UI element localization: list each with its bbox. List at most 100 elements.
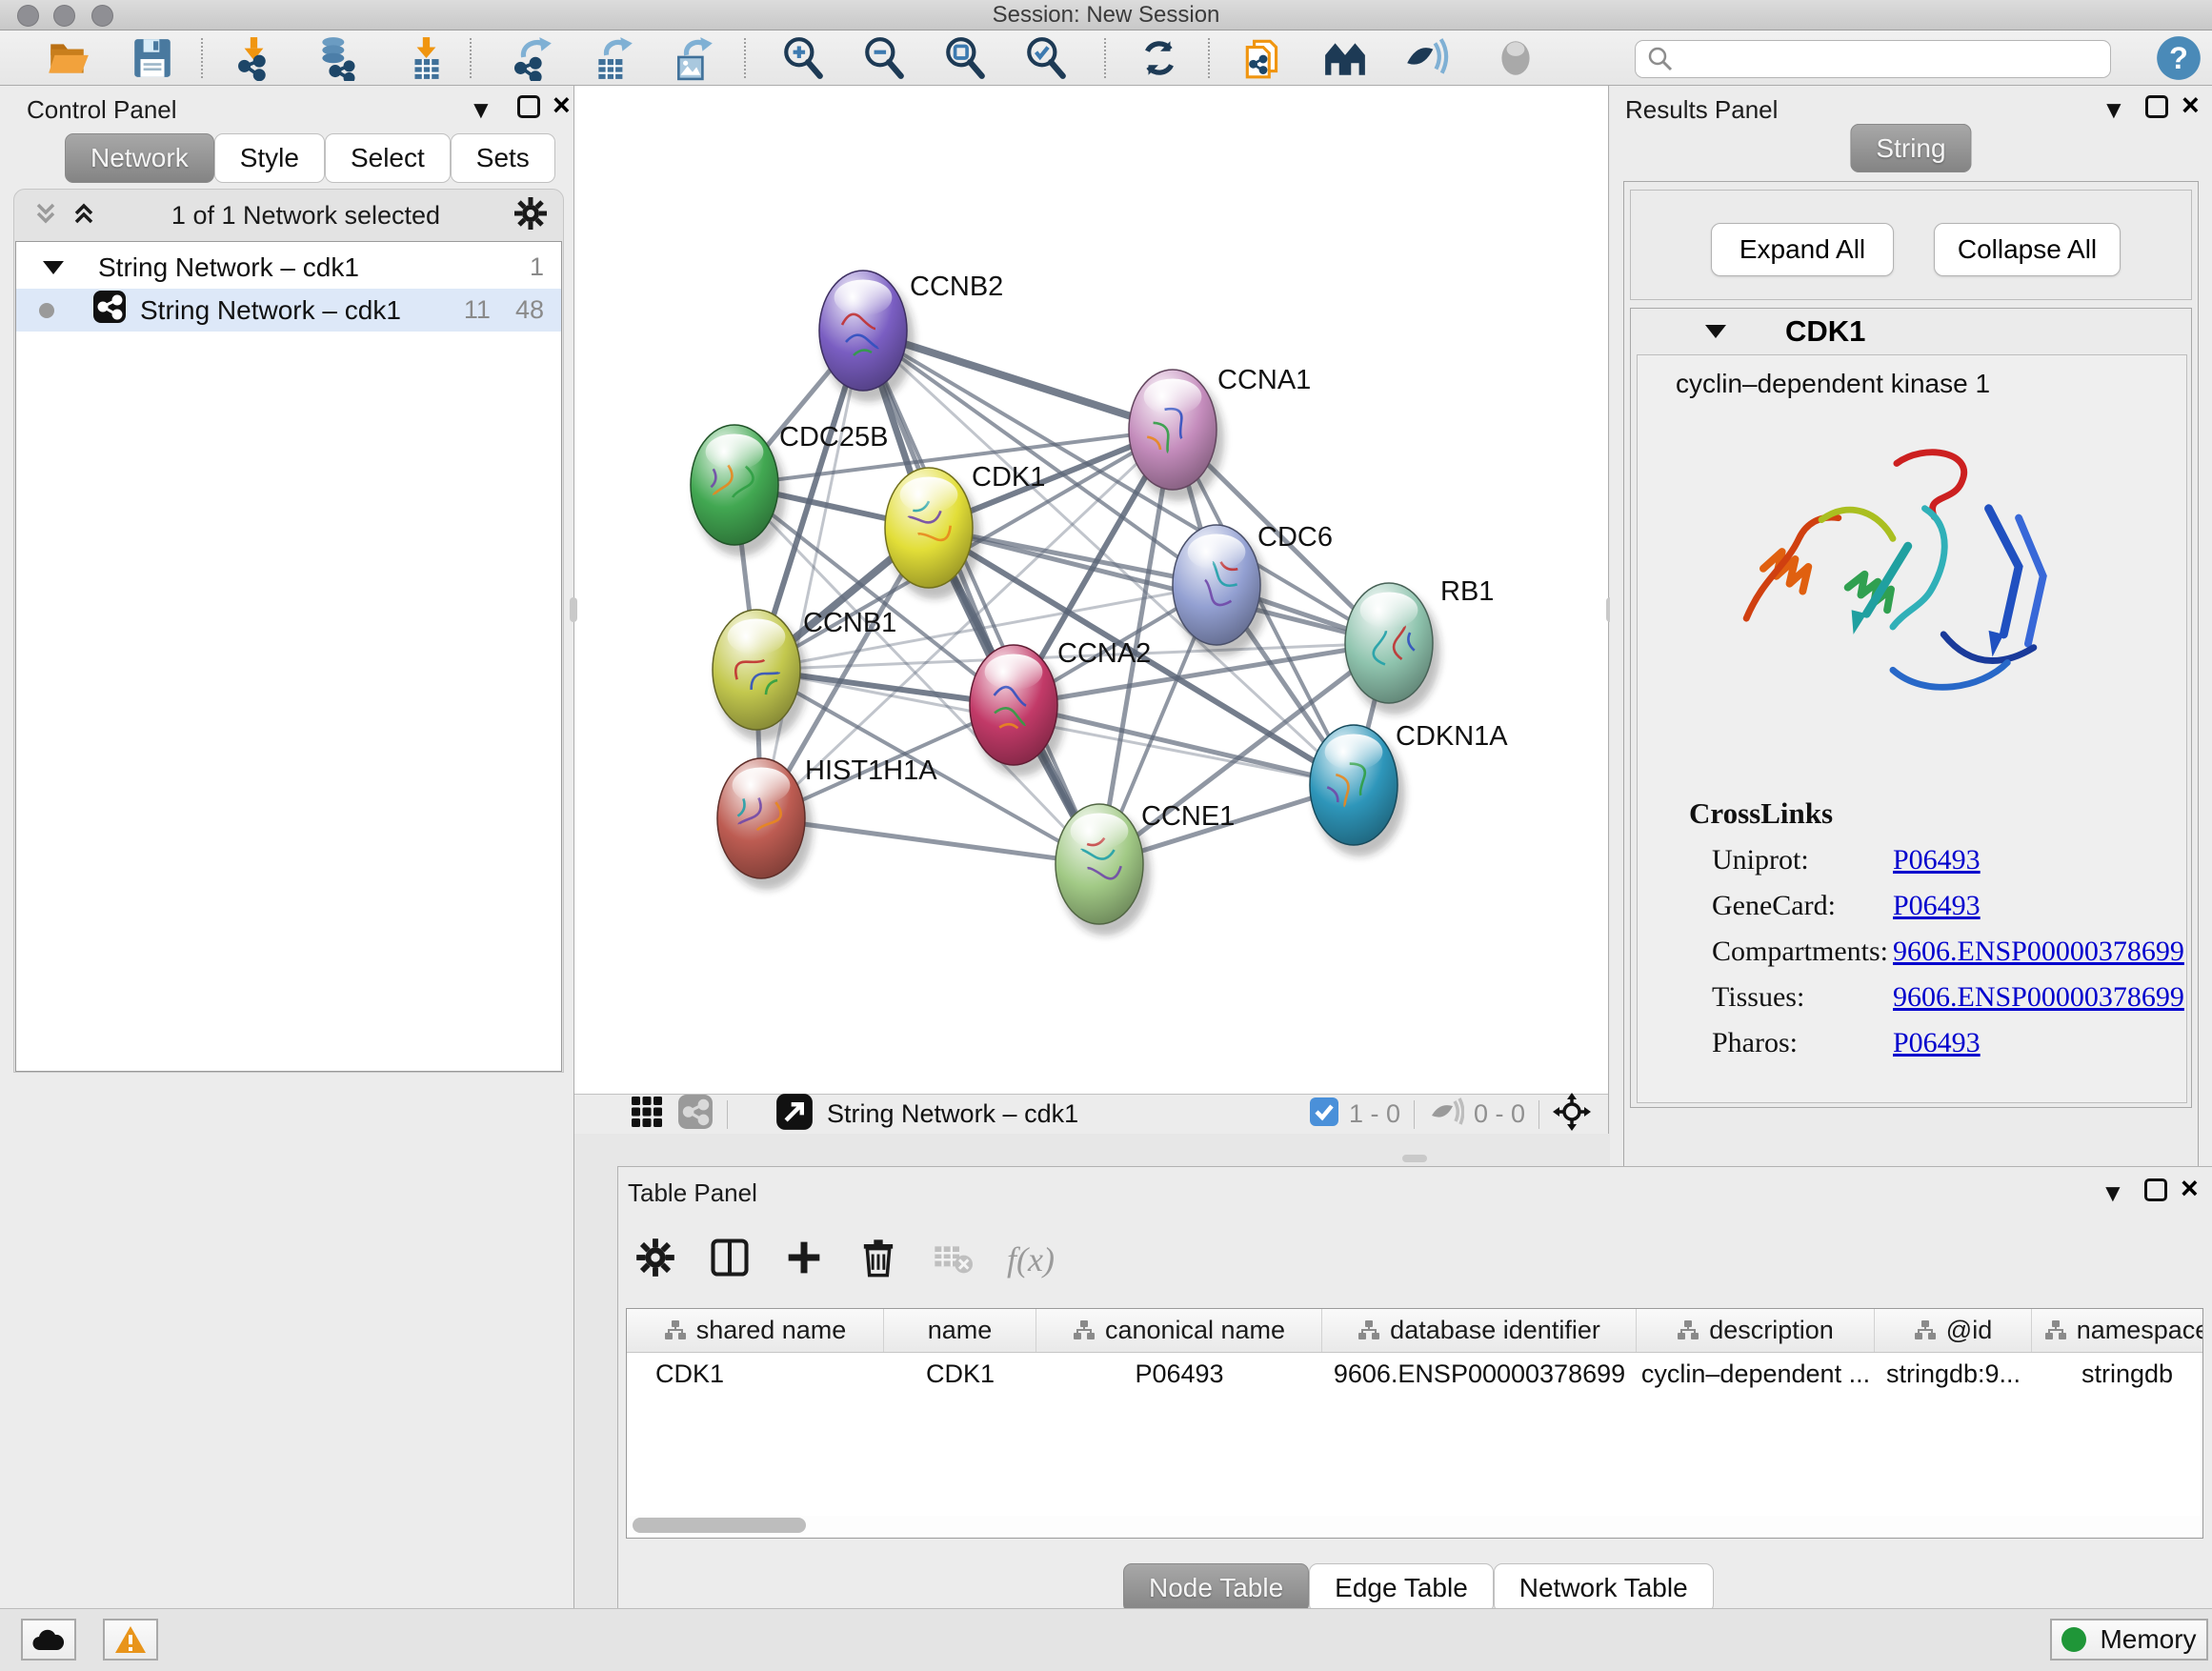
float-menu-icon[interactable]: ▼ <box>469 97 493 122</box>
close-panel-icon[interactable]: × <box>2181 1171 2199 1206</box>
table-cell[interactable]: CDK1 <box>627 1353 884 1395</box>
collapse-tree-icon[interactable] <box>43 261 64 274</box>
crosslink-link[interactable]: 9606.ENSP00000378699 <box>1893 936 2184 968</box>
zoom-selected-icon[interactable] <box>1019 35 1073 81</box>
tab-select[interactable]: Select <box>325 133 451 183</box>
network-row-label: String Network – cdk1 <box>140 295 401 326</box>
export-image-icon[interactable] <box>667 35 720 81</box>
network-node-CDC25B[interactable] <box>691 425 786 556</box>
expand-all-chevron-icon[interactable] <box>70 199 98 232</box>
gear-icon[interactable] <box>513 196 548 235</box>
export-table-icon[interactable] <box>587 35 640 81</box>
float-panel-icon[interactable] <box>517 95 540 118</box>
table-cell[interactable]: 9606.ENSP00000378699 <box>1322 1353 1637 1395</box>
current-network-title: String Network – cdk1 <box>827 1099 1078 1129</box>
pan-mode-icon[interactable] <box>1553 1093 1591 1136</box>
close-panel-icon[interactable]: × <box>553 88 571 123</box>
splitter-handle[interactable] <box>570 597 577 622</box>
network-thumbnail-icon[interactable] <box>677 1094 714 1135</box>
table-settings-gear-icon[interactable] <box>635 1238 675 1282</box>
warning-button[interactable] <box>103 1619 158 1661</box>
duplicate-network-icon[interactable] <box>1237 35 1290 81</box>
first-neighbors-icon[interactable] <box>1318 35 1372 81</box>
select-columns-icon[interactable] <box>710 1238 750 1282</box>
tab-edge-table[interactable]: Edge Table <box>1309 1563 1494 1613</box>
expand-all-button[interactable]: Expand All <box>1711 223 1894 276</box>
column-header-@id[interactable]: @id <box>1875 1309 2032 1352</box>
scrollbar-thumb[interactable] <box>633 1518 806 1533</box>
column-header-description[interactable]: description <box>1637 1309 1875 1352</box>
column-header-canonical-name[interactable]: canonical name <box>1036 1309 1322 1352</box>
float-menu-icon[interactable]: ▼ <box>2101 97 2126 122</box>
tab-string[interactable]: String <box>1850 124 1971 172</box>
network-node-CCNB2[interactable] <box>819 271 915 402</box>
crosslink-link[interactable]: P06493 <box>1893 844 1981 876</box>
memory-button[interactable]: Memory <box>2050 1619 2208 1661</box>
network-node-CCNE1[interactable] <box>1056 804 1151 936</box>
float-panel-icon[interactable] <box>2144 1178 2167 1201</box>
tab-style[interactable]: Style <box>214 133 325 183</box>
control-panel: Control Panel ▼ × NetworkStyleSelectSets… <box>0 86 574 1608</box>
delete-column-icon[interactable] <box>858 1238 898 1282</box>
tab-sets[interactable]: Sets <box>451 133 555 183</box>
float-menu-icon[interactable]: ▼ <box>2101 1180 2125 1205</box>
tab-node-table[interactable]: Node Table <box>1123 1563 1309 1613</box>
delete-table-icon[interactable] <box>933 1238 973 1282</box>
column-header-namespace[interactable]: namespace <box>2032 1309 2203 1352</box>
zoom-out-icon[interactable] <box>857 35 911 81</box>
network-graph[interactable]: CCNB2CCNA1CDC25BCDK1CDC6RB1CCNB1CCNA2CDK… <box>574 86 1609 1094</box>
collapse-section-icon[interactable] <box>1705 325 1726 338</box>
refresh-icon[interactable] <box>1133 35 1186 81</box>
import-network-file-icon[interactable] <box>228 35 281 81</box>
crosslink-link[interactable]: P06493 <box>1893 1027 1981 1059</box>
export-network-icon[interactable] <box>506 35 559 81</box>
tab-network-table[interactable]: Network Table <box>1494 1563 1714 1613</box>
network-node-HIST1H1A[interactable] <box>717 758 813 890</box>
float-panel-icon[interactable] <box>2145 95 2168 118</box>
table-cell[interactable]: P06493 <box>1036 1353 1322 1395</box>
network-node-CCNB1[interactable] <box>713 610 808 741</box>
collapse-all-chevron-icon[interactable] <box>31 199 60 232</box>
zoom-fit-icon[interactable] <box>938 35 992 81</box>
network-node-RB1[interactable] <box>1345 583 1440 715</box>
add-column-icon[interactable] <box>784 1238 824 1282</box>
network-row-selected[interactable]: String Network – cdk1 11 48 <box>16 289 561 332</box>
crosslink-link[interactable]: 9606.ENSP00000378699 <box>1893 981 2184 1014</box>
table-row[interactable]: CDK1CDK1P064939606.ENSP00000378699cyclin… <box>627 1353 2202 1395</box>
horizontal-scrollbar[interactable] <box>629 1516 2201 1535</box>
hidden-eye-icon[interactable] <box>1428 1097 1464 1132</box>
column-header-shared-name[interactable]: shared name <box>627 1309 884 1352</box>
network-node-CDKN1A[interactable] <box>1310 725 1405 856</box>
selected-checkbox-icon[interactable] <box>1309 1097 1339 1132</box>
table-cell[interactable]: CDK1 <box>884 1353 1036 1395</box>
hide-selected-icon[interactable] <box>1399 35 1453 81</box>
network-node-CDC6[interactable] <box>1173 525 1268 656</box>
collapse-all-button[interactable]: Collapse All <box>1934 223 2121 276</box>
zoom-in-icon[interactable] <box>776 35 830 81</box>
grid-view-icon[interactable] <box>630 1095 664 1134</box>
save-session-icon[interactable] <box>126 35 179 81</box>
help-icon[interactable]: ? <box>2152 35 2205 81</box>
table-cell[interactable]: stringdb:9... <box>1875 1353 2032 1395</box>
show-all-icon[interactable] <box>1489 35 1542 81</box>
import-network-database-icon[interactable] <box>311 35 364 81</box>
column-header-name[interactable]: name <box>884 1309 1036 1352</box>
network-view[interactable]: CCNB2CCNA1CDC25BCDK1CDC6RB1CCNB1CCNA2CDK… <box>574 86 1609 1134</box>
search-icon <box>1647 46 1674 72</box>
table-cell[interactable]: stringdb <box>2032 1353 2203 1395</box>
network-collection-row[interactable]: String Network – cdk1 1 <box>16 246 561 289</box>
tab-network[interactable]: Network <box>65 133 214 183</box>
function-builder-icon[interactable]: f(x) <box>1007 1239 1055 1279</box>
cloud-button[interactable] <box>21 1619 76 1661</box>
search-input[interactable] <box>1681 45 2110 74</box>
search-field[interactable] <box>1635 40 2111 78</box>
open-session-icon[interactable] <box>42 35 95 81</box>
detach-view-icon[interactable] <box>775 1093 814 1136</box>
close-panel-icon[interactable]: × <box>2182 88 2200 123</box>
import-table-icon[interactable] <box>400 35 453 81</box>
splitter-handle[interactable] <box>1402 1155 1427 1162</box>
column-header-database-identifier[interactable]: database identifier <box>1322 1309 1637 1352</box>
network-node-CCNA2[interactable] <box>970 645 1065 776</box>
table-cell[interactable]: cyclin–dependent ... <box>1637 1353 1875 1395</box>
crosslink-link[interactable]: P06493 <box>1893 890 1981 922</box>
